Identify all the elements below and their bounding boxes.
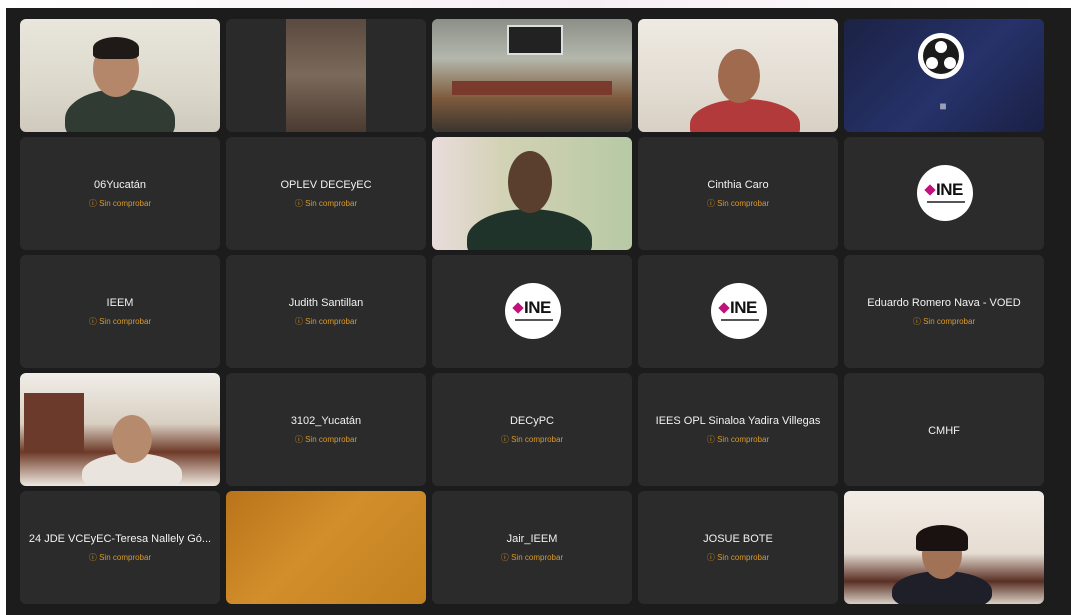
- status-unverified: ⓘ Sin comprobar: [294, 199, 358, 208]
- participant-name: 24 JDE VCEyEC-Teresa Nallely Gó...: [28, 533, 212, 545]
- hall-screen: [507, 25, 563, 55]
- ine-logo-text: INE: [730, 298, 757, 317]
- person-body: [467, 209, 592, 250]
- participant-video: [844, 491, 1044, 604]
- status-text: Sin comprobar: [99, 317, 152, 326]
- status-unverified: ⓘ Sin comprobar: [912, 317, 976, 326]
- status-text: Sin comprobar: [511, 435, 564, 444]
- status-text: Sin comprobar: [305, 435, 358, 444]
- status-unverified: ⓘ Sin comprobar: [88, 199, 152, 208]
- status-text: Sin comprobar: [923, 317, 976, 326]
- participant-tile-video[interactable]: [844, 491, 1044, 604]
- participant-name: OPLEV DECEyEC: [280, 179, 372, 191]
- participant-tile-logo[interactable]: INE: [638, 255, 838, 368]
- status-unverified: ⓘ Sin comprobar: [294, 317, 358, 326]
- participant-video: [226, 19, 426, 132]
- participant-name: 06Yucatán: [94, 179, 146, 191]
- participant-name: CMHF: [928, 425, 960, 437]
- participant-name: IEES OPL Sinaloa Yadira Villegas: [655, 415, 821, 427]
- participant-gallery: ■ 06Yucatán ⓘ Sin comprobar OPLEV DECEyE…: [0, 0, 1071, 615]
- participant-tile[interactable]: DECyPC ⓘ Sin comprobar: [432, 373, 632, 486]
- status-unverified: ⓘ Sin comprobar: [500, 435, 564, 444]
- participant-tile-logo[interactable]: INE: [844, 137, 1044, 250]
- person-head: [718, 49, 760, 103]
- participant-video: [638, 19, 838, 132]
- room-video-feed: [286, 19, 366, 132]
- participant-tile[interactable]: 3102_Yucatán ⓘ Sin comprobar: [226, 373, 426, 486]
- status-unverified: ⓘ Sin comprobar: [88, 553, 152, 562]
- status-unverified: ⓘ Sin comprobar: [706, 553, 770, 562]
- participant-name: DECyPC: [509, 415, 554, 427]
- participant-tile[interactable]: Jair_IEEM ⓘ Sin comprobar: [432, 491, 632, 604]
- participant-video: ■: [844, 19, 1044, 132]
- status-unverified: ⓘ Sin comprobar: [706, 199, 770, 208]
- status-unverified: ⓘ Sin comprobar: [706, 435, 770, 444]
- status-unverified: ⓘ Sin comprobar: [88, 317, 152, 326]
- ine-logo: INE: [917, 165, 973, 221]
- participant-tile[interactable]: Judith Santillan ⓘ Sin comprobar: [226, 255, 426, 368]
- ine-logo: INE: [505, 283, 561, 339]
- participant-tile[interactable]: 06Yucatán ⓘ Sin comprobar: [20, 137, 220, 250]
- person-body: [690, 99, 800, 132]
- person-hair: [93, 37, 139, 59]
- ine-logo-text: INE: [524, 298, 551, 317]
- participant-name: Judith Santillan: [288, 297, 364, 309]
- participant-video: [432, 137, 632, 250]
- participant-tile[interactable]: OPLEV DECEyEC ⓘ Sin comprobar: [226, 137, 426, 250]
- participant-tile-video[interactable]: [432, 137, 632, 250]
- participant-tile-video[interactable]: [20, 19, 220, 132]
- participant-tile[interactable]: JOSUE BOTE ⓘ Sin comprobar: [638, 491, 838, 604]
- participant-tile-video[interactable]: [226, 491, 426, 604]
- status-text: Sin comprobar: [305, 199, 358, 208]
- ine-logo-text: INE: [936, 180, 963, 199]
- person-hair: [916, 525, 968, 551]
- participant-tile[interactable]: Eduardo Romero Nava - VOED ⓘ Sin comprob…: [844, 255, 1044, 368]
- participant-name: Eduardo Romero Nava - VOED: [867, 297, 1021, 309]
- participant-name: 3102_Yucatán: [290, 415, 362, 427]
- participant-tile-video[interactable]: [20, 373, 220, 486]
- status-unverified: ⓘ Sin comprobar: [500, 553, 564, 562]
- status-text: Sin comprobar: [305, 317, 358, 326]
- participant-name: JOSUE BOTE: [703, 533, 773, 545]
- obs-logo-icon: [918, 33, 964, 79]
- participant-tile-video-active-speaker[interactable]: [432, 19, 632, 132]
- participant-tile[interactable]: Cinthia Caro ⓘ Sin comprobar: [638, 137, 838, 250]
- status-text: Sin comprobar: [717, 553, 770, 562]
- participant-video: [226, 491, 426, 604]
- participant-tile-logo[interactable]: INE: [432, 255, 632, 368]
- status-text: Sin comprobar: [99, 199, 152, 208]
- person-head: [112, 415, 152, 463]
- hall-table: [452, 81, 612, 95]
- person-head: [508, 151, 552, 213]
- participant-name: Cinthia Caro: [707, 179, 769, 191]
- participant-tile-video[interactable]: [226, 19, 426, 132]
- status-text: Sin comprobar: [511, 553, 564, 562]
- bookshelf: [24, 393, 84, 453]
- participant-tile[interactable]: 24 JDE VCEyEC-Teresa Nallely Gó... ⓘ Sin…: [20, 491, 220, 604]
- status-text: Sin comprobar: [717, 199, 770, 208]
- participant-video: [20, 373, 220, 486]
- status-text: Sin comprobar: [99, 553, 152, 562]
- participant-tile-video[interactable]: [638, 19, 838, 132]
- participant-tile[interactable]: IEES OPL Sinaloa Yadira Villegas ⓘ Sin c…: [638, 373, 838, 486]
- participant-tile[interactable]: CMHF: [844, 373, 1044, 486]
- ine-logo: INE: [711, 283, 767, 339]
- participant-name: IEEM: [106, 297, 134, 309]
- participant-tile[interactable]: IEEM ⓘ Sin comprobar: [20, 255, 220, 368]
- participant-tile-obs[interactable]: ■: [844, 19, 1044, 132]
- participant-video: [432, 19, 632, 132]
- status-unverified: ⓘ Sin comprobar: [294, 435, 358, 444]
- camera-off-icon: ■: [939, 99, 947, 113]
- participant-name: Jair_IEEM: [506, 533, 558, 545]
- status-text: Sin comprobar: [717, 435, 770, 444]
- participant-video: [20, 19, 220, 132]
